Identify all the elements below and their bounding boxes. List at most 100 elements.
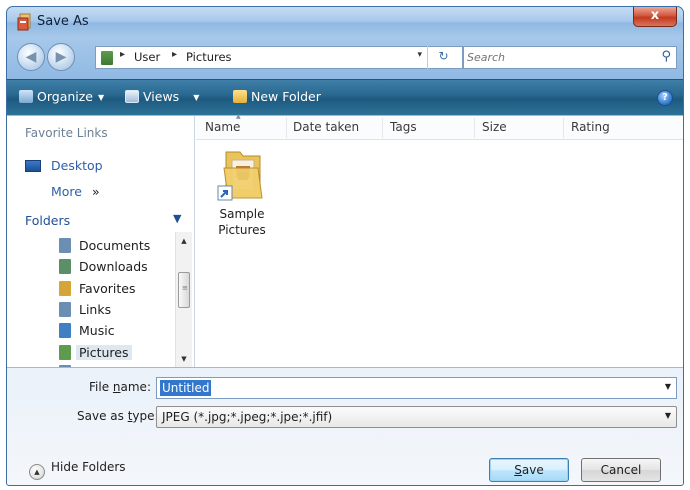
column-header-tags[interactable]: Tags (390, 120, 417, 134)
column-header-date-taken[interactable]: Date taken (293, 120, 359, 134)
folder-label: Downloads (79, 259, 148, 274)
file-name-label: File name: (89, 380, 151, 394)
forward-button[interactable]: ▶ (47, 43, 75, 71)
downloads-folder-icon (59, 259, 71, 274)
forward-arrow-icon: ▶ (55, 49, 67, 65)
folder-item-links[interactable]: Links (59, 302, 177, 322)
organize-label: Organize (37, 89, 93, 104)
documents-folder-icon (59, 238, 71, 253)
double-chevron-icon: » (91, 184, 100, 199)
folder-label: Pictures (76, 345, 132, 360)
content-area: Favorite Links Desktop More » Folders ▼ … (7, 113, 683, 368)
folder-item-documents[interactable]: Documents (59, 238, 177, 258)
address-row: ◀ ▶ ▸ User ▸ Pictures ▾ ↻ ⚲ (7, 37, 683, 79)
favorite-links-more[interactable]: More » (51, 184, 100, 199)
save-label: ave (521, 463, 544, 477)
close-button[interactable]: x (633, 7, 677, 27)
file-list-pane[interactable]: Name ▲ Date taken Tags Size Rating Sampl… (196, 113, 683, 368)
cancel-label: Cancel (600, 463, 642, 477)
chevron-down-icon: ▼ (98, 93, 105, 102)
new-folder-label: New Folder (251, 89, 321, 104)
search-box[interactable]: ⚲ (463, 46, 677, 69)
organize-button[interactable]: Organize ▼ (19, 89, 104, 104)
music-folder-icon (59, 323, 71, 338)
organize-icon (19, 90, 33, 103)
shortcut-folder-icon (217, 151, 263, 201)
folder-item-music[interactable]: Music (59, 323, 177, 343)
file-name-field[interactable]: Untitled ▼ (156, 377, 677, 399)
help-button[interactable]: ? (657, 90, 673, 106)
folder-tree: Documents Downloads Favorites Links Musi… (7, 232, 177, 368)
file-name-value[interactable]: Untitled (160, 380, 212, 396)
folder-tree-scrollbar[interactable]: ▲ ≡ ▼ (175, 232, 192, 368)
refresh-button[interactable]: ↻ (427, 46, 459, 69)
more-label: More (51, 184, 82, 199)
search-icon[interactable]: ⚲ (661, 49, 671, 64)
column-header-rating[interactable]: Rating (571, 120, 610, 134)
title-bar[interactable]: Save As x (7, 7, 683, 37)
file-name-label-text: ame: (120, 380, 151, 394)
hide-folders-label: Hide Folders (51, 460, 126, 474)
scroll-down-icon[interactable]: ▼ (176, 352, 192, 366)
column-divider[interactable] (474, 118, 475, 138)
search-input[interactable] (467, 49, 647, 66)
save-as-app-icon (17, 13, 31, 31)
column-headers: Name ▲ Date taken Tags Size Rating (196, 113, 683, 140)
command-bar: Organize ▼ Views ▼ New Folder ? (7, 79, 683, 115)
views-label: Views (143, 89, 180, 104)
help-icon: ? (662, 92, 668, 103)
folder-item-downloads[interactable]: Downloads (59, 259, 177, 279)
hide-folders-button[interactable]: ▲ Hide Folders (29, 460, 126, 480)
folder-item-pictures[interactable]: Pictures (59, 345, 177, 365)
chevron-up-icon: ▲ (29, 464, 45, 480)
folders-header[interactable]: Folders (25, 213, 70, 228)
favorites-folder-icon (59, 281, 71, 296)
scroll-up-icon[interactable]: ▲ (176, 234, 192, 248)
chevron-down-icon[interactable]: ▼ (173, 212, 181, 225)
pictures-location-icon (101, 51, 113, 65)
folder-label: Documents (79, 238, 151, 253)
save-as-type-value: JPEG (*.jpg;*.jpeg;*.jpe;*.jfif) (162, 410, 333, 424)
folder-item-favorites[interactable]: Favorites (59, 281, 177, 301)
address-bar[interactable]: ▸ User ▸ Pictures ▾ (95, 46, 463, 69)
views-icon (125, 90, 139, 103)
refresh-icon: ↻ (438, 49, 449, 63)
save-as-type-label: Save as type: (77, 409, 159, 423)
cancel-button[interactable]: Cancel (581, 458, 661, 482)
file-item-label-line2: Pictures (218, 223, 266, 237)
desktop-label: Desktop (51, 158, 103, 173)
breadcrumb-user[interactable]: User (134, 50, 160, 64)
breadcrumb-pictures[interactable]: Pictures (186, 50, 232, 64)
new-folder-button[interactable]: New Folder (233, 89, 321, 104)
save-as-dialog: Save As x ◀ ▶ ▸ User ▸ Pictures ▾ ↻ ⚲ Or… (6, 6, 684, 486)
grip-icon: ≡ (182, 284, 188, 292)
file-name-label-text: File (89, 380, 113, 394)
chevron-down-icon[interactable]: ▼ (665, 411, 671, 420)
column-divider[interactable] (563, 118, 564, 138)
new-folder-icon (233, 90, 247, 103)
address-dropdown-icon[interactable]: ▾ (417, 50, 422, 60)
save-as-type-label-text: ype: (132, 409, 159, 423)
save-as-type-select[interactable]: JPEG (*.jpg;*.jpeg;*.jpe;*.jfif) ▼ (156, 406, 677, 428)
back-arrow-icon: ◀ (25, 49, 37, 65)
column-divider[interactable] (286, 118, 287, 138)
views-button[interactable]: Views ▼ (125, 89, 199, 104)
file-item-sample-pictures[interactable]: Sample Pictures (210, 146, 274, 237)
column-header-name[interactable]: Name (205, 120, 240, 134)
folder-label: Music (79, 323, 115, 338)
column-header-size[interactable]: Size (482, 120, 507, 134)
close-icon: x (650, 8, 660, 23)
chevron-down-icon[interactable]: ▼ (665, 382, 671, 391)
favorite-link-desktop[interactable]: Desktop (25, 158, 103, 173)
scrollbar-thumb[interactable]: ≡ (178, 272, 190, 308)
breadcrumb-separator-icon: ▸ (120, 49, 126, 60)
save-form: File name: Untitled ▼ Save as type: JPEG… (7, 367, 683, 485)
file-item-label-line1: Sample (219, 207, 265, 221)
back-button[interactable]: ◀ (17, 43, 45, 71)
save-button[interactable]: Save (489, 458, 569, 482)
sort-ascending-icon: ▲ (236, 113, 241, 120)
folder-label: Favorites (79, 281, 136, 296)
column-divider[interactable] (382, 118, 383, 138)
folder-label: Links (79, 302, 112, 317)
file-name-label-accelerator: n (112, 380, 121, 394)
